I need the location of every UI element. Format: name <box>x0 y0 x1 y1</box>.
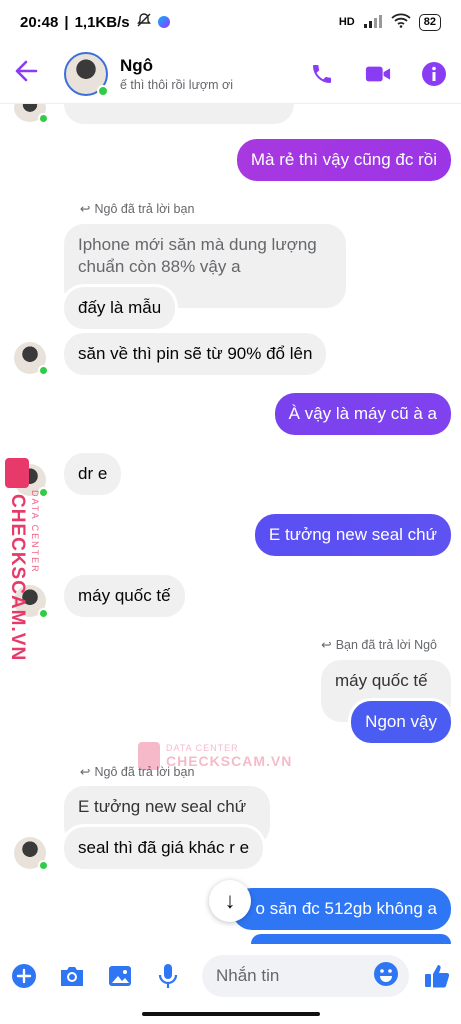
contact-status: ế thì thôi rồi lượm ơi <box>120 77 233 92</box>
hd-label: HD <box>338 16 355 28</box>
phone-call-icon[interactable] <box>309 61 335 87</box>
message-incoming[interactable]: săn về thì pin sẽ từ 90% đổ lên <box>64 333 327 375</box>
message-outgoing[interactable]: Mà rẻ thì vậy cũng đc rồi <box>236 139 451 181</box>
message-outgoing[interactable]: Ngon vậy <box>351 701 451 743</box>
arrow-down-icon: ↓ <box>224 888 236 913</box>
status-speed: 1,1KB/s <box>74 13 130 31</box>
emoji-icon[interactable] <box>373 961 399 992</box>
avatar[interactable] <box>14 837 49 871</box>
message-input[interactable]: Nhắn tin <box>202 955 409 997</box>
mute-icon <box>136 12 152 32</box>
contact-avatar[interactable] <box>64 51 109 97</box>
reply-note: ↩ Ngô đã trả lời bạn <box>80 201 195 217</box>
watermark-vertical: CHECKSCAM.VN <box>4 458 30 661</box>
thumbs-up-icon[interactable] <box>423 962 451 990</box>
reply-icon: ↩ <box>80 765 91 779</box>
online-indicator <box>97 84 109 97</box>
message-incoming[interactable]: seal thì đã giá khác r e <box>64 827 264 869</box>
message-outgoing[interactable]: E tưởng new seal chứ <box>254 514 451 556</box>
watermark-subtitle: DATA CENTER <box>30 490 40 574</box>
contact-info[interactable]: Ngô ế thì thôi rồi lượm ơi <box>120 56 233 92</box>
contact-name: Ngô <box>120 55 154 75</box>
wifi-icon <box>391 13 411 31</box>
scroll-down-button[interactable]: ↓ <box>209 880 251 922</box>
home-indicator <box>142 1012 320 1016</box>
reply-note: ↩ Bạn đã trả lời Ngô <box>321 637 437 653</box>
microphone-icon[interactable] <box>154 962 182 990</box>
reply-icon: ↩ <box>321 638 332 652</box>
signal-icon <box>363 14 383 31</box>
lock-logo-icon <box>5 458 29 488</box>
messenger-notification-icon <box>157 16 170 28</box>
back-arrow-icon[interactable] <box>14 58 44 89</box>
status-bar: 20:48 | 1,1KB/s HD 82 <box>0 0 461 44</box>
message-incoming[interactable]: đấy là mẫu <box>64 287 176 329</box>
avatar[interactable] <box>14 342 49 376</box>
video-call-icon[interactable] <box>365 61 391 87</box>
info-icon[interactable] <box>421 61 447 87</box>
message-outgoing-partial[interactable] <box>251 934 451 944</box>
reply-icon: ↩ <box>80 202 91 216</box>
message-outgoing[interactable]: À vậy là máy cũ à a <box>274 393 451 435</box>
plus-icon[interactable] <box>10 962 38 990</box>
battery-indicator: 82 <box>418 13 441 31</box>
status-time: 20:48 <box>20 13 59 31</box>
message-outgoing[interactable]: o săn đc 512gb không a <box>231 888 451 930</box>
message-composer: Nhắn tin <box>0 948 461 1004</box>
lock-logo-icon <box>138 742 160 770</box>
chat-header: Ngô ế thì thôi rồi lượm ơi <box>0 44 461 104</box>
camera-icon[interactable] <box>58 962 86 990</box>
image-gallery-icon[interactable] <box>106 962 134 990</box>
watermark-horizontal: DATA CENTER CHECKSCAM.VN <box>138 742 292 770</box>
message-incoming[interactable]: máy quốc tế <box>64 575 185 617</box>
message-incoming[interactable]: dr e <box>64 453 122 495</box>
